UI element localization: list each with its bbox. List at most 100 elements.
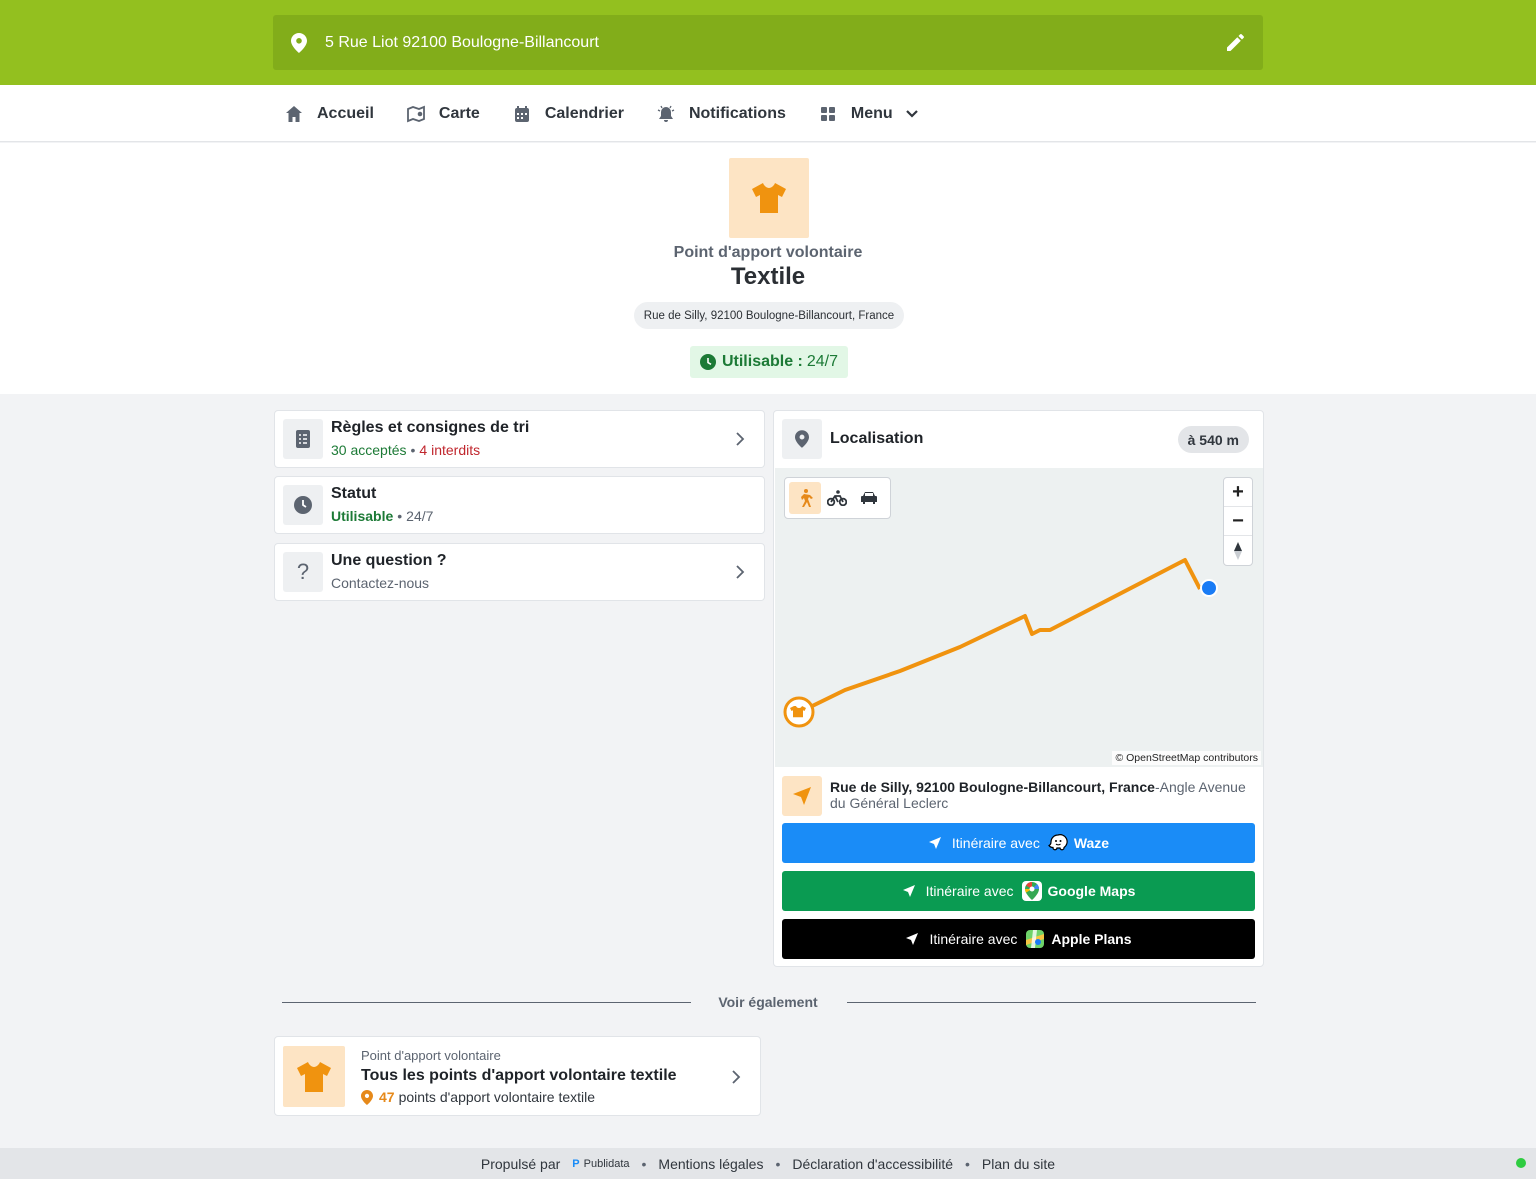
nav-item-calendrier[interactable]: Calendrier [513, 105, 624, 123]
zoom-in-button[interactable]: + [1224, 478, 1252, 507]
top-bar: 5 Rue Liot 92100 Boulogne-Billancourt [0, 0, 1536, 85]
count-value: 47 [379, 1089, 395, 1105]
compass-button[interactable] [1224, 536, 1252, 565]
location-pin-icon [361, 1089, 373, 1105]
button-prefix: Itinéraire avec [929, 931, 1018, 947]
google-maps-logo-icon [1021, 881, 1042, 901]
navigation-arrow-icon [782, 776, 822, 816]
points-count: 47 points d'apport volontaire textile [361, 1089, 595, 1105]
see-also-heading: Voir également [718, 994, 818, 1010]
bell-icon [657, 105, 675, 122]
grid-icon [820, 106, 835, 121]
waze-directions-button[interactable]: Itinéraire avec Waze [782, 823, 1255, 863]
card-title: Statut [331, 485, 377, 502]
accessibility-link[interactable]: Déclaration d'accessibilité [792, 1156, 953, 1172]
car-icon[interactable] [853, 482, 885, 514]
google-maps-directions-button[interactable]: Itinéraire avec Google Maps [782, 871, 1255, 911]
address-badge: Rue de Silly, 92100 Boulogne-Billancourt… [634, 302, 904, 329]
accepted-count: 30 [331, 442, 347, 458]
button-prefix: Itinéraire avec [951, 835, 1040, 851]
nav-label: Menu [850, 104, 893, 122]
location-pin-icon [291, 32, 307, 53]
checklist-icon [283, 419, 323, 459]
nav-label: Carte [438, 104, 480, 122]
tshirt-icon [729, 158, 809, 238]
chevron-right-icon [736, 432, 745, 446]
navigation-arrow-icon [906, 933, 919, 945]
apple-plans-logo-icon [1025, 929, 1045, 949]
app-name: Google Maps [1047, 883, 1136, 899]
nav-item-accueil[interactable]: Accueil [285, 105, 374, 123]
nav-item-menu[interactable]: Menu [819, 105, 919, 123]
status-hours: 24/7 [406, 508, 434, 524]
waze-logo-icon [1047, 833, 1068, 853]
navigation-arrow-icon [928, 837, 941, 849]
map-attribution[interactable]: © OpenStreetMap contributors [1112, 751, 1261, 765]
status-summary: Utilisable • 24/7 [331, 508, 434, 524]
status-label: Utilisable : [721, 353, 803, 370]
current-address: 5 Rue Liot 92100 Boulogne-Billancourt [325, 33, 599, 51]
publidata-link[interactable]: P Publidata [572, 1158, 629, 1170]
card-subtitle: Contactez-nous [331, 575, 430, 591]
publidata-logo-icon: P [572, 1157, 580, 1170]
footer: Propulsé par P Publidata • Mentions légal… [0, 1148, 1536, 1179]
status-state: Utilisable [331, 508, 394, 524]
calendar-icon [514, 105, 529, 122]
app-name: Apple Plans [1051, 931, 1132, 947]
distance-badge: à 540 m [1177, 426, 1249, 453]
sorting-rules-card[interactable]: Règles et consignes de tri 30 acceptés • 4… [274, 410, 765, 468]
bicycle-icon[interactable] [821, 482, 853, 514]
location-pin-icon [782, 419, 822, 459]
chevron-down-icon [905, 109, 918, 118]
nav-label: Calendrier [544, 104, 624, 122]
tshirt-icon [283, 1046, 345, 1107]
button-prefix: Itinéraire avec [925, 883, 1014, 899]
zoom-controls: + − [1223, 477, 1253, 566]
legal-notice-link[interactable]: Mentions légales [658, 1156, 763, 1172]
status-indicator [1516, 1158, 1526, 1168]
question-mark-icon: ? [283, 552, 323, 592]
accepted-label: acceptés [350, 442, 407, 458]
app-name: Waze [1073, 835, 1110, 851]
address-selector[interactable]: 5 Rue Liot 92100 Boulogne-Billancourt [273, 15, 1263, 70]
zoom-out-button[interactable]: − [1224, 507, 1252, 536]
rules-summary: 30 acceptés • 4 interdits [331, 442, 481, 458]
status-value: 24/7 [806, 353, 839, 370]
location-card: Localisation à 540 m + − © OpenStreetMap… [773, 410, 1264, 967]
card-kicker: Point d'apport volontaire [361, 1048, 501, 1063]
home-icon [286, 105, 302, 122]
status-badge: Utilisable : 24/7 [690, 346, 848, 378]
card-title: Règles et consignes de tri [331, 419, 530, 436]
point-header: Point d'apport volontaire Textile Rue de… [0, 143, 1536, 394]
chevron-right-icon [732, 1070, 741, 1084]
main-nav: Accueil Carte Calendrier Notifications M… [0, 85, 1536, 142]
pencil-icon[interactable] [1225, 33, 1245, 53]
nav-item-carte[interactable]: Carte [407, 105, 480, 123]
travel-mode-selector [784, 477, 891, 519]
compass-icon [1234, 541, 1242, 560]
forbidden-count: 4 [419, 442, 428, 458]
address-main: Rue de Silly, 92100 Boulogne-Billancourt… [830, 779, 1155, 795]
walking-icon[interactable] [789, 482, 821, 514]
card-title: Localisation [830, 430, 924, 447]
chevron-right-icon [736, 565, 745, 579]
count-label: points d'apport volontaire textile [398, 1089, 596, 1105]
forbidden-label: interdits [431, 442, 481, 458]
provider-name: Publidata [583, 1157, 630, 1170]
related-points-card[interactable]: Point d'apport volontaire Tous les point… [274, 1036, 761, 1116]
sitemap-link[interactable]: Plan du site [982, 1156, 1055, 1172]
nav-item-notifications[interactable]: Notifications [657, 105, 786, 123]
card-title: Tous les points d'apport volontaire text… [361, 1067, 677, 1084]
question-card[interactable]: ? Une question ? Contactez-nous [274, 543, 765, 601]
point-address: Rue de Silly, 92100 Boulogne-Billancourt… [830, 779, 1250, 811]
powered-by-label: Propulsé par [480, 1155, 561, 1172]
status-card: Statut Utilisable • 24/7 [274, 476, 765, 534]
navigation-arrow-icon [902, 885, 915, 897]
page-title: Textile [730, 263, 806, 290]
map[interactable]: + − © OpenStreetMap contributors [775, 468, 1263, 767]
clock-icon [283, 485, 323, 525]
apple-plans-directions-button[interactable]: Itinéraire avec Apple Plans [782, 919, 1255, 959]
nav-label: Accueil [317, 104, 374, 122]
clock-icon [699, 354, 716, 370]
card-title: Une question ? [331, 552, 447, 569]
